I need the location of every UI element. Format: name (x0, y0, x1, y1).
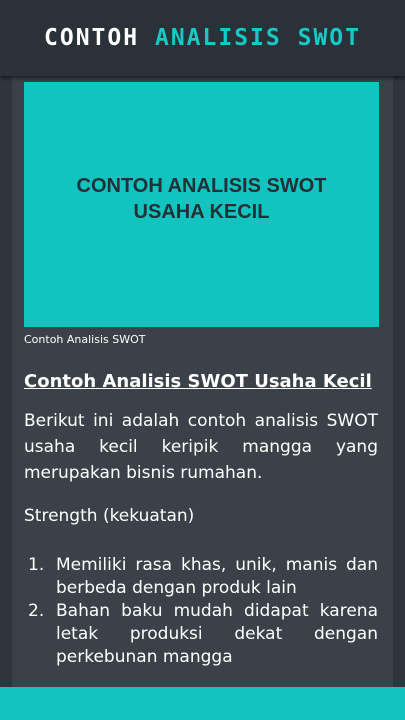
app-title: CONTOH ANALISIS SWOT (44, 24, 361, 51)
intro-paragraph: Berikut ini adalah contoh analisis SWOT … (24, 411, 378, 483)
app-bar: CONTOH ANALISIS SWOT (0, 0, 405, 76)
list-item-number: 1. (28, 555, 45, 575)
strength-list: 1. Memiliki rasa khas, unik, manis dan b… (24, 554, 378, 669)
list-item-number: 2. (28, 601, 45, 621)
app-title-part2: ANALISIS SWOT (154, 24, 361, 51)
app-screen: CONTOH ANALISIS SWOT CONTOH ANALISIS SWO… (0, 0, 405, 720)
bottom-banner-bar (0, 687, 405, 720)
list-item: 1. Memiliki rasa khas, unik, manis dan b… (24, 554, 378, 600)
app-title-part1: CONTOH (44, 24, 140, 51)
article-content[interactable]: CONTOH ANALISIS SWOT USAHA KECIL Contoh … (12, 76, 393, 687)
strength-subheading: Strength (kekuatan) (24, 506, 195, 526)
article-hero-image: CONTOH ANALISIS SWOT USAHA KECIL (24, 82, 379, 327)
article-heading: Contoh Analisis SWOT Usaha Kecil (24, 371, 372, 392)
list-item: 2. Bahan baku mudah didapat karena letak… (24, 600, 378, 669)
list-item-text: Bahan baku mudah didapat karena letak pr… (56, 601, 378, 667)
image-caption: Contoh Analisis SWOT (24, 333, 146, 346)
hero-image-text: CONTOH ANALISIS SWOT USAHA KECIL (76, 174, 327, 223)
list-item-text: Memiliki rasa khas, unik, manis dan berb… (56, 555, 378, 598)
